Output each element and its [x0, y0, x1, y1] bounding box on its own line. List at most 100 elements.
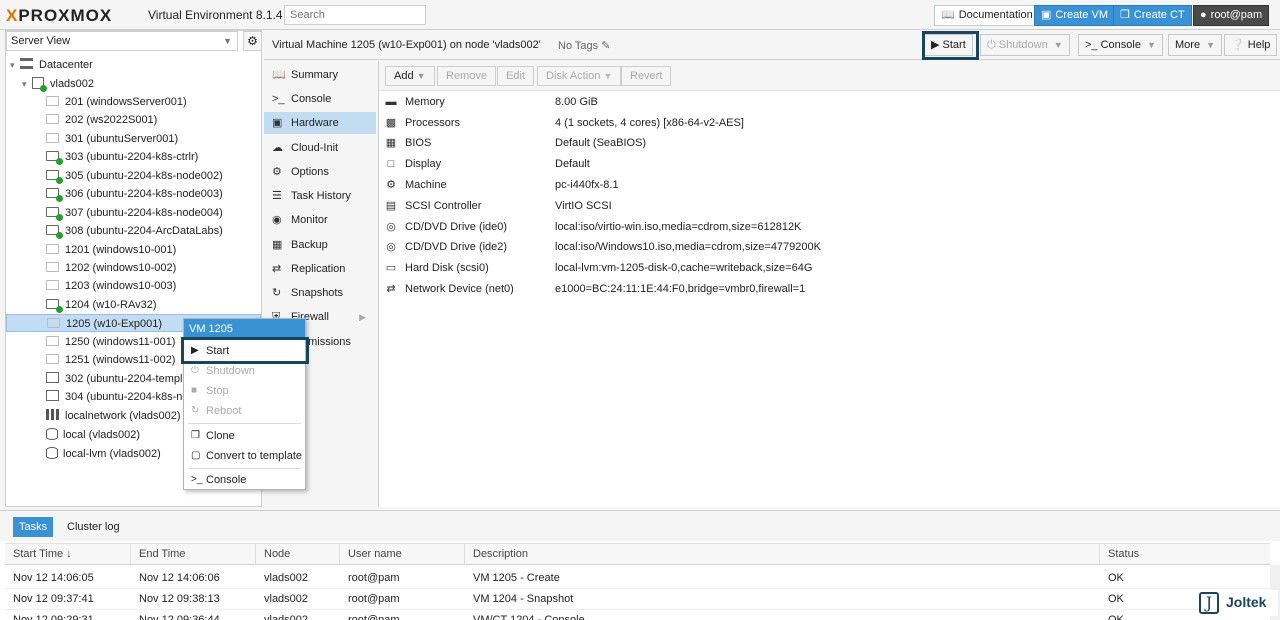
tree-vm[interactable]: 1202 (windows10-002): [46, 259, 176, 277]
collapse-icon[interactable]: ▾: [22, 75, 32, 93]
retweet-icon: ⇄: [272, 263, 282, 275]
nav-replication[interactable]: ⇄ Replication: [264, 258, 376, 280]
vm-running-icon: [46, 188, 63, 202]
tab-cluster-log[interactable]: Cluster log: [61, 517, 126, 537]
create-vm-button[interactable]: ▣ Create VM: [1034, 5, 1115, 26]
hardware-row[interactable]: □ Display Default: [379, 154, 1280, 175]
vm-icon: [46, 133, 59, 143]
server-view-select[interactable]: Server View ▼: [6, 31, 238, 51]
terminal-icon: >_: [191, 474, 203, 485]
tree-vm[interactable]: 303 (ubuntu-2204-k8s-ctrlr): [46, 148, 198, 166]
nav-snapshots[interactable]: ↻ Snapshots: [264, 282, 376, 304]
column-node[interactable]: Node: [256, 544, 340, 565]
nav-backup[interactable]: ▦ Backup: [264, 234, 376, 256]
cell-node: vlads002: [264, 614, 309, 620]
task-table-header: Start Time ↓ End Time Node User name Des…: [5, 543, 1270, 565]
menu-item-stop[interactable]: ■ Stop: [184, 381, 305, 401]
menu-item-shutdown[interactable]: ⏻ Shutdown: [184, 361, 305, 381]
pencil-icon[interactable]: ✎: [601, 40, 610, 52]
network-icon: [46, 409, 59, 420]
tree-vm[interactable]: 307 (ubuntu-2204-k8s-node004): [46, 204, 223, 222]
vm-icon: [46, 262, 59, 272]
nav-options[interactable]: ⚙ Options: [264, 161, 376, 183]
column-description[interactable]: Description: [465, 544, 1100, 565]
hardware-row[interactable]: ◎ CD/DVD Drive (ide0) local:iso/virtio-win…: [379, 217, 1280, 238]
nav-cloud-init[interactable]: ☁ Cloud-Init: [264, 137, 376, 159]
help-icon: ❔: [1231, 39, 1245, 51]
vm-title: Virtual Machine 1205 (w10-Exp001) on nod…: [272, 39, 541, 51]
vm-header: Virtual Machine 1205 (w10-Exp001) on nod…: [264, 30, 1280, 60]
hardware-row[interactable]: ⚙ Machine pc-i440fx-8.1: [379, 175, 1280, 196]
tree-vm[interactable]: 308 (ubuntu-2204-ArcDataLabs): [46, 222, 223, 240]
column-start-time[interactable]: Start Time ↓: [5, 544, 131, 565]
more-button[interactable]: More ▼: [1168, 34, 1222, 56]
tree-network[interactable]: localnetwork (vlads002): [46, 407, 181, 425]
tree-vm[interactable]: 202 (ws2022S001): [46, 111, 157, 129]
tree-vm[interactable]: 1203 (windows10-003): [46, 277, 176, 295]
tree-vm[interactable]: 305 (ubuntu-2204-k8s-node002): [46, 167, 223, 185]
vm-icon: [46, 336, 59, 346]
menu-item-console[interactable]: >_ Console: [184, 470, 305, 490]
tree-vm[interactable]: 1251 (windows11-002): [46, 351, 175, 369]
column-status[interactable]: Status: [1100, 544, 1270, 565]
nav-console[interactable]: >_ Console: [264, 88, 376, 110]
product-version: Virtual Environment 8.1.4: [148, 8, 283, 22]
tags-field[interactable]: No Tags ✎: [558, 39, 610, 52]
cell-start-time: Nov 12 09:29:31: [13, 614, 94, 620]
menu-item-convert-template[interactable]: ▢ Convert to template: [184, 446, 305, 466]
column-user-name[interactable]: User name: [340, 544, 465, 565]
nav-monitor[interactable]: ◉ Monitor: [264, 209, 376, 231]
search-input[interactable]: [284, 5, 426, 25]
console-button[interactable]: >_ Console ▼: [1078, 34, 1163, 56]
revert-button[interactable]: Revert: [621, 66, 672, 86]
chevron-down-icon: ▼: [223, 36, 232, 46]
tree-datacenter[interactable]: ▾ Datacenter: [10, 56, 93, 74]
tree-vm[interactable]: 1250 (windows11-001): [46, 333, 175, 351]
nav-hardware[interactable]: ▣ Hardware: [264, 112, 376, 134]
tree-vm[interactable]: 1201 (windows10-001): [46, 241, 176, 259]
datacenter-icon: [20, 58, 33, 69]
add-button[interactable]: Add ▼: [385, 66, 435, 86]
tree-storage[interactable]: local-lvm (vlads002): [46, 445, 161, 463]
hardware-row[interactable]: ⇄ Network Device (net0) e1000=BC:24:11:1E:…: [379, 279, 1280, 300]
tree-template[interactable]: 304 (ubuntu-2204-k8s-no: [46, 388, 189, 406]
edit-button[interactable]: Edit: [497, 66, 534, 86]
nav-summary[interactable]: 📖 Summary: [264, 64, 376, 86]
hardware-row[interactable]: ▩ Processors 4 (1 sockets, 4 cores) [x86-6…: [379, 113, 1280, 134]
tree-vm[interactable]: 301 (ubuntuServer001): [46, 130, 178, 148]
hardware-row[interactable]: ▬ Memory 8.00 GiB: [379, 92, 1280, 113]
nav-task-history[interactable]: ☰ Task History: [264, 185, 376, 207]
menu-item-reboot[interactable]: ↻ Reboot: [184, 401, 305, 421]
proxmox-logo[interactable]: XPROXMOX: [6, 6, 112, 26]
hardware-row[interactable]: ◎ CD/DVD Drive (ide2) local:iso/Windows10.…: [379, 237, 1280, 258]
menu-item-clone[interactable]: ❐ Clone: [184, 426, 305, 446]
hardware-row[interactable]: ▭ Hard Disk (scsi0) local-lvm:vm-1205-disk…: [379, 258, 1280, 279]
table-row[interactable]: Nov 12 09:37:41 Nov 12 09:38:13 vlads002…: [5, 589, 1270, 610]
tree-template[interactable]: 302 (ubuntu-2204-templ: [46, 370, 182, 388]
create-ct-button[interactable]: ❐ Create CT: [1113, 5, 1192, 26]
hardware-row[interactable]: ▦ BIOS Default (SeaBIOS): [379, 133, 1280, 154]
remove-button[interactable]: Remove: [437, 66, 496, 86]
tree-vm[interactable]: 1204 (w10-RAv32): [46, 296, 157, 314]
disk-action-button[interactable]: Disk Action ▼: [537, 66, 622, 86]
vm-running-icon: [46, 170, 63, 184]
documentation-button[interactable]: 📖 Documentation: [934, 5, 1040, 26]
vm-icon: [47, 318, 60, 328]
tree-node[interactable]: ▾ vlads002: [22, 75, 94, 93]
bottom-tabs: Tasks Cluster log: [0, 511, 1280, 541]
vm-running-icon: [46, 299, 63, 313]
hardware-row[interactable]: ▤ SCSI Controller VirtIO SCSI: [379, 196, 1280, 217]
collapse-icon[interactable]: ▾: [10, 56, 20, 74]
tree-storage[interactable]: local (vlads002): [46, 426, 140, 444]
gear-icon[interactable]: ⚙: [243, 31, 262, 51]
help-button[interactable]: ❔ Help: [1224, 34, 1278, 56]
user-menu-button[interactable]: ● root@pam: [1193, 5, 1270, 26]
tab-tasks[interactable]: Tasks: [13, 517, 54, 537]
table-row[interactable]: Nov 12 14:06:05 Nov 12 14:06:06 vlads002…: [5, 568, 1270, 589]
tree-vm[interactable]: 201 (windowsServer001): [46, 93, 187, 111]
cell-status: OK: [1108, 572, 1124, 584]
table-row[interactable]: Nov 12 09:29:31 Nov 12 09:36:44 vlads002…: [5, 610, 1270, 620]
tree-vm[interactable]: 306 (ubuntu-2204-k8s-node003): [46, 185, 223, 203]
shutdown-button[interactable]: ⏻ Shutdown ▼: [980, 34, 1070, 56]
column-end-time[interactable]: End Time: [131, 544, 256, 565]
